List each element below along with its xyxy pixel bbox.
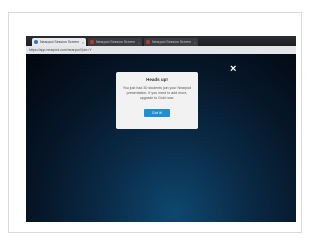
tab-label: Nearpod Session Screen bbox=[96, 40, 135, 44]
close-icon[interactable]: × bbox=[230, 64, 236, 75]
upgrade-modal: Heads up! You just had 30 students join … bbox=[116, 72, 198, 129]
close-tab-icon[interactable]: × bbox=[136, 40, 140, 45]
close-tab-icon[interactable]: × bbox=[80, 40, 84, 45]
tab-2[interactable]: Nearpod Session Screen × bbox=[88, 38, 142, 46]
modal-message: You just had 30 students join your Nearp… bbox=[122, 86, 192, 100]
browser-screen: Nearpod Session Screen × Nearpod Session… bbox=[26, 36, 296, 222]
address-bar[interactable]: https://app.nearpod.com/nearpod?pin=Y bbox=[26, 46, 296, 54]
address-url[interactable]: https://app.nearpod.com/nearpod?pin=Y bbox=[29, 48, 92, 52]
modal-title: Heads up! bbox=[146, 77, 168, 82]
favicon-icon bbox=[34, 40, 38, 44]
tab-label: Nearpod Session Screen bbox=[40, 40, 79, 44]
tab-label: Nearpod Session Screen bbox=[152, 40, 191, 44]
got-it-button[interactable]: Got it! bbox=[143, 108, 171, 117]
close-tab-icon[interactable]: × bbox=[192, 40, 196, 45]
tab-active[interactable]: Nearpod Session Screen × bbox=[32, 38, 86, 46]
favicon-icon bbox=[90, 40, 94, 44]
tab-3[interactable]: Nearpod Session Screen × bbox=[144, 38, 198, 46]
favicon-icon bbox=[146, 40, 150, 44]
tab-bar: Nearpod Session Screen × Nearpod Session… bbox=[26, 36, 296, 46]
